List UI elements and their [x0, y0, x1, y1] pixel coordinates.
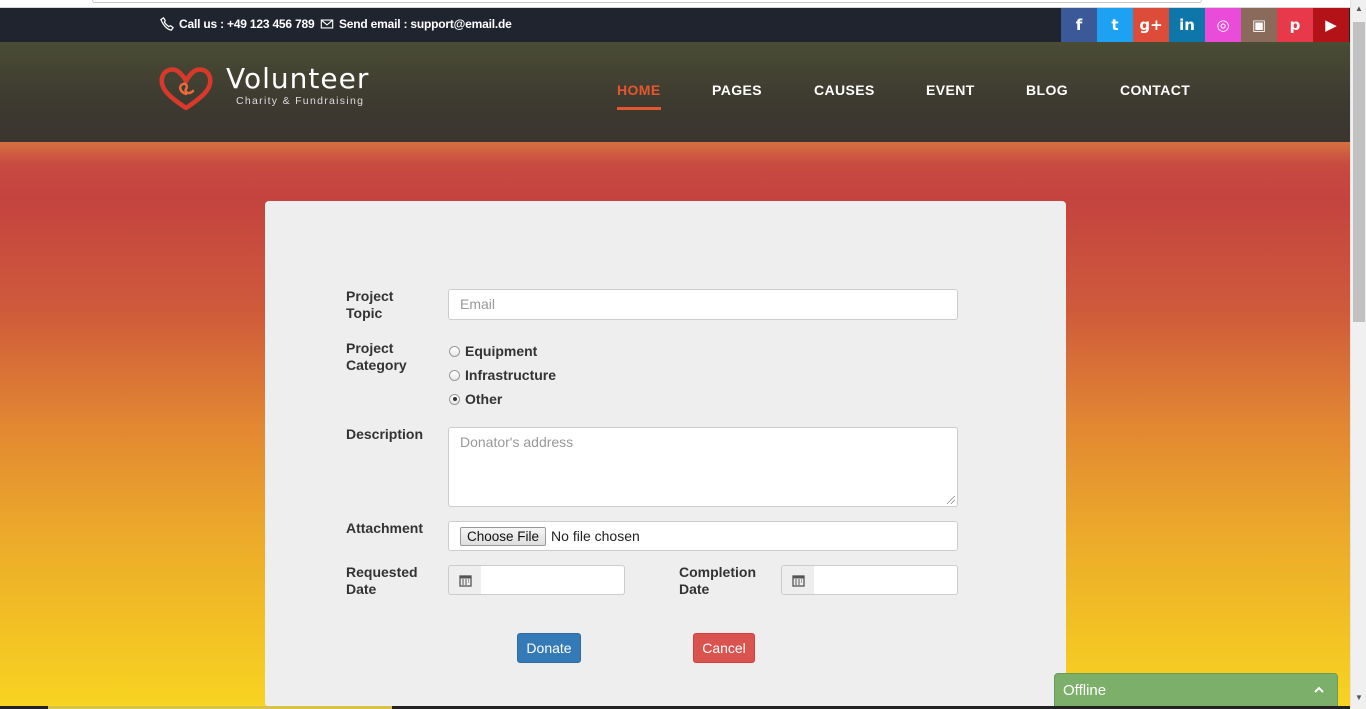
live-chat-widget[interactable]: Offline [1054, 673, 1338, 709]
phone-text: Call us : +49 123 456 789 [179, 17, 315, 31]
donate-button[interactable]: Donate [517, 633, 581, 663]
nav-item-causes[interactable]: CAUSES [814, 82, 875, 98]
project-topic-label: Project Topic [346, 288, 394, 321]
calendar-icon [458, 574, 472, 587]
attachment-label: Attachment [346, 520, 424, 536]
instagram-icon[interactable]: ▣ [1241, 8, 1277, 42]
nav-item-home[interactable]: HOME [617, 82, 661, 110]
nav-item-pages[interactable]: PAGES [712, 82, 762, 98]
description-textarea[interactable]: Donator's address [448, 427, 958, 507]
project-category-label: Project Category [346, 340, 407, 373]
radio-infrastructure[interactable] [449, 369, 460, 381]
category-option-infrastructure[interactable]: Infrastructure [449, 367, 556, 383]
phone-icon [160, 17, 174, 31]
requested-date-calendar-button[interactable] [448, 565, 482, 595]
choose-file-button[interactable]: Choose File [460, 526, 547, 546]
scroll-up-arrow-icon[interactable]: ▲ [1355, 4, 1363, 13]
category-option-label: Equipment [465, 343, 538, 359]
top-info-bar: Call us : +49 123 456 789 Send email : s… [0, 8, 1350, 42]
category-option-label: Infrastructure [465, 367, 557, 383]
description-label: Description [346, 426, 424, 442]
twitter-icon[interactable]: t [1097, 8, 1133, 42]
attachment-file-input[interactable]: Choose File No file chosen [448, 521, 958, 551]
pinterest-icon[interactable]: p [1277, 8, 1313, 42]
brand-text: Volunteer Charity & Fundraising [226, 62, 370, 108]
site-header: Volunteer Charity & Fundraising HOME PAG… [0, 42, 1350, 142]
scroll-down-arrow-icon[interactable]: ▼ [1355, 693, 1363, 702]
requested-date-label: Requested Date [346, 564, 418, 597]
page-scrollbar[interactable]: ▲ ▼ [1350, 0, 1366, 709]
chevron-up-icon[interactable] [1313, 684, 1325, 696]
completion-date-label: Completion Date [679, 564, 756, 597]
browser-chrome-strip [0, 0, 1350, 8]
file-status-text: No file chosen [551, 528, 640, 544]
brand-tagline: Charity & Fundraising [236, 95, 365, 107]
calendar-icon [791, 574, 805, 587]
social-links: f t g+ in ◎ ▣ p ▶ [1061, 8, 1349, 42]
brand-name: Volunteer [226, 62, 370, 95]
nav-item-blog[interactable]: BLOG [1026, 82, 1068, 98]
facebook-icon[interactable]: f [1061, 8, 1097, 42]
linkedin-icon[interactable]: in [1169, 8, 1205, 42]
nav-item-event[interactable]: EVENT [926, 82, 975, 98]
dribbble-icon[interactable]: ◎ [1205, 8, 1241, 42]
cancel-button[interactable]: Cancel [693, 633, 755, 663]
category-option-label: Other [465, 391, 503, 407]
resize-grip-icon[interactable] [947, 496, 955, 504]
completion-date-input[interactable] [814, 565, 958, 595]
category-option-equipment[interactable]: Equipment [449, 343, 537, 359]
radio-other[interactable] [449, 393, 460, 405]
email-contact: Send email : support@email.de [320, 17, 512, 31]
google-plus-icon[interactable]: g+ [1133, 8, 1169, 42]
youtube-icon[interactable]: ▶ [1313, 8, 1349, 42]
scrollbar-thumb[interactable] [1353, 22, 1365, 322]
project-topic-input[interactable]: Email [448, 289, 958, 320]
requested-date-input[interactable] [481, 565, 625, 595]
donation-form-card: Project Topic Email Project Category Equ… [265, 201, 1066, 707]
address-bar-edge [92, 0, 1202, 3]
email-text: Send email : support@email.de [339, 17, 512, 31]
radio-equipment[interactable] [449, 345, 460, 357]
site-logo[interactable]: Volunteer Charity & Fundraising [158, 64, 369, 112]
chat-status-text: Offline [1063, 682, 1107, 699]
completion-date-calendar-button[interactable] [781, 565, 815, 595]
description-placeholder: Donator's address [460, 434, 574, 450]
heart-logo-icon [159, 67, 213, 111]
envelope-icon [320, 19, 334, 29]
nav-item-contact[interactable]: CONTACT [1120, 82, 1190, 98]
category-option-other[interactable]: Other [449, 391, 502, 407]
phone-contact: Call us : +49 123 456 789 [160, 17, 315, 31]
